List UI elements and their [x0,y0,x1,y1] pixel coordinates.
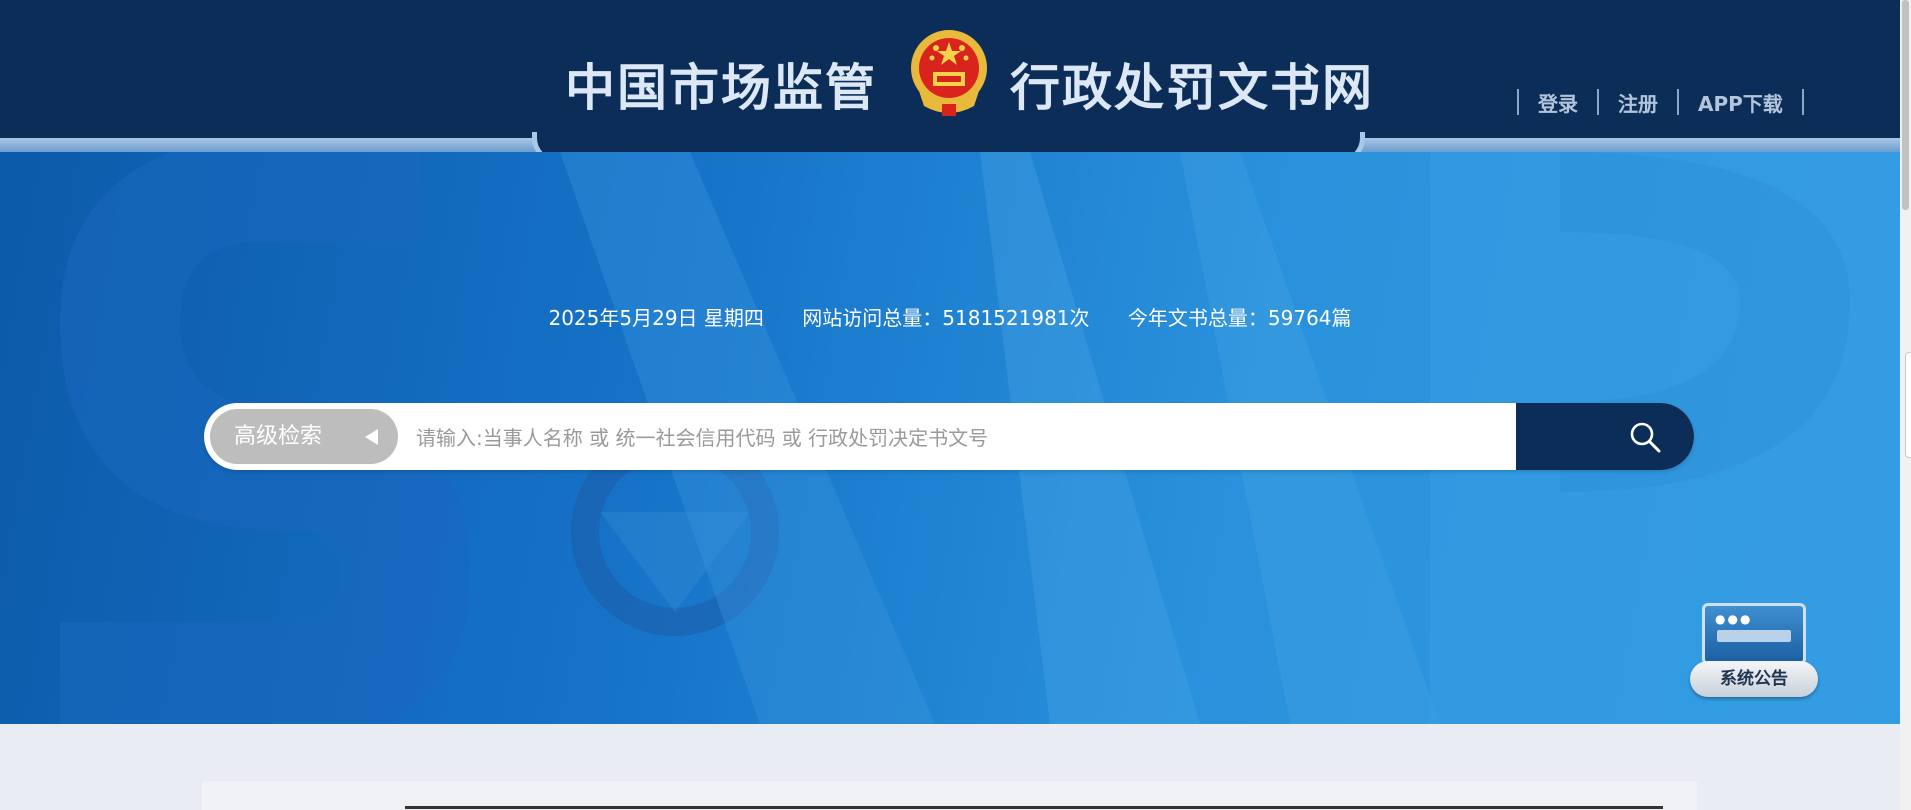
nav-separator [1801,89,1804,115]
top-nav: 登录 注册 APP下载 [1517,88,1804,116]
search-bar: 高级检索 [204,403,1694,470]
search-button[interactable] [1516,403,1694,470]
document-count: 今年文书总量：59764篇 [1127,306,1352,330]
scrollbar-thumb[interactable] [1902,0,1909,210]
advanced-search-label: 高级检索 [234,424,323,449]
hero-banner: 2025年5月29日 星期四 网站访问总量：5181521981次 今年文书总量… [0,152,1900,724]
national-emblem-icon [911,30,987,116]
notice-window-icon: ●●● [1702,603,1806,665]
app-download-link[interactable]: APP下载 [1679,88,1802,117]
search-icon [1630,422,1661,453]
site-title-left: 中国市场监管 [565,59,877,117]
site-stats: 2025年5月29日 星期四 网站访问总量：5181521981次 今年文书总量… [0,302,1900,331]
register-link[interactable]: 注册 [1599,88,1677,117]
system-notice-button[interactable]: ●●● 系统公告 [1690,603,1820,698]
system-notice-label: 系统公告 [1690,661,1818,697]
side-edge-tab[interactable] [1905,352,1911,458]
login-link[interactable]: 登录 [1519,88,1597,117]
visit-count: 网站访问总量：5181521981次 [802,306,1090,330]
advanced-search-button[interactable]: 高级检索 [210,409,398,464]
current-date: 2025年5月29日 星期四 [548,306,764,330]
search-input[interactable] [414,409,1694,466]
content-divider [405,806,1663,809]
site-title-right: 行政处罚文书网 [1010,59,1374,117]
collapse-arrow-icon [365,429,378,445]
